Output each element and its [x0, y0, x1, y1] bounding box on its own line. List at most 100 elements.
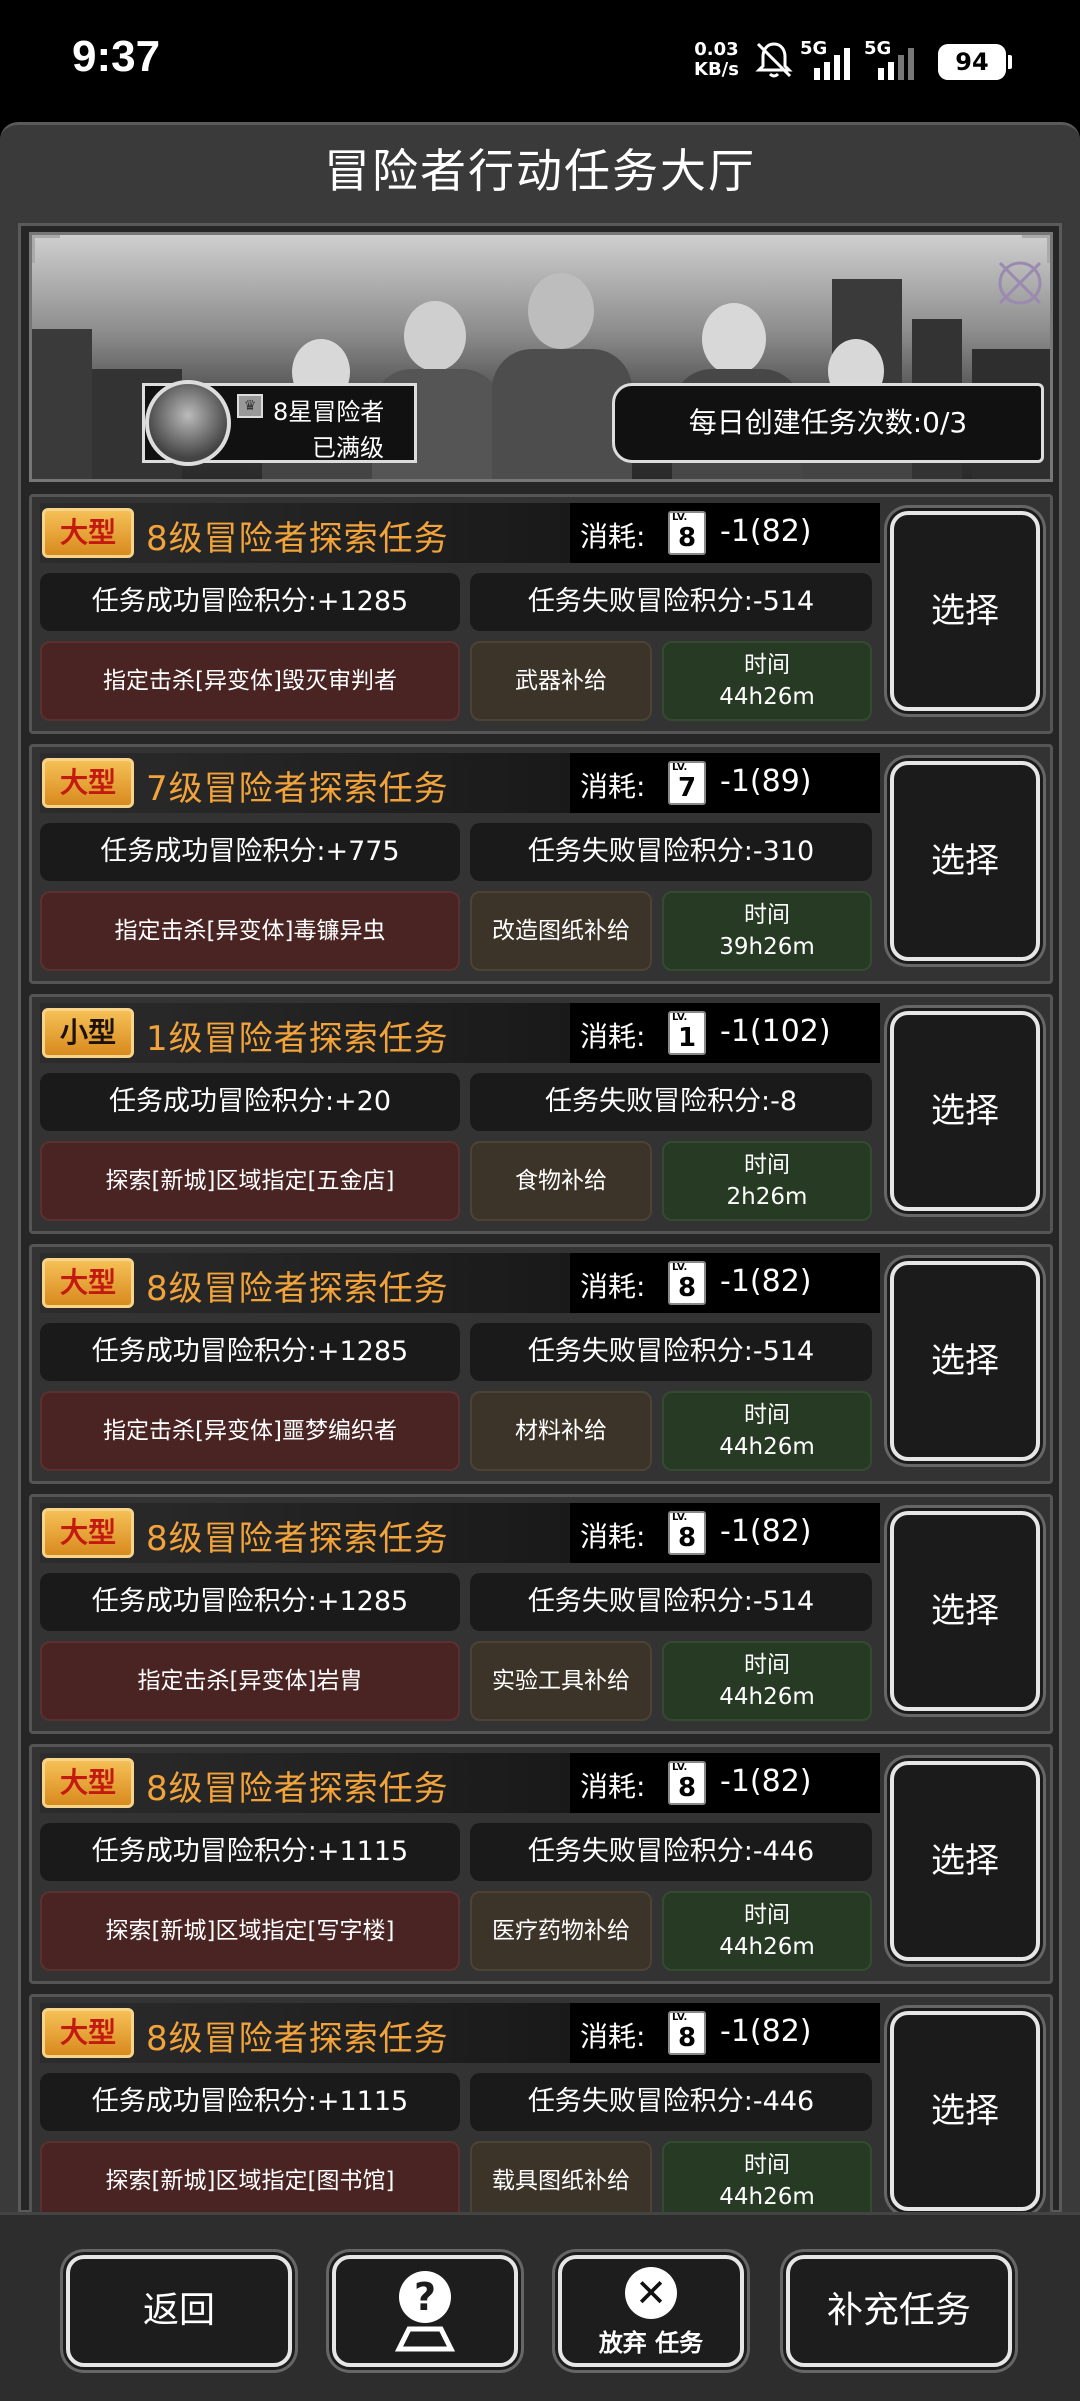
select-mission-button[interactable]: 选择: [890, 761, 1040, 961]
mission-cost: 消耗: LV. 8 -1(82): [570, 503, 880, 563]
daily-quota: 每日创建任务次数:0/3: [612, 383, 1044, 463]
select-mission-button[interactable]: 选择: [890, 1761, 1040, 1961]
battery-indicator: 94: [938, 44, 1012, 80]
mission-header: 小型 1级冒险者探索任务 消耗: LV. 1 -1(102): [40, 1003, 880, 1063]
mission-header: 大型 8级冒险者探索任务 消耗: LV. 8 -1(82): [40, 1253, 880, 1313]
mission-size-badge: 大型: [42, 1758, 134, 1808]
close-x-icon: ✕: [625, 2267, 677, 2319]
mission-title: 8级冒险者探索任务: [146, 1269, 449, 1309]
mission-duration: 时间 44h26m: [662, 641, 872, 721]
mission-cost: 消耗: LV. 8 -1(82): [570, 2003, 880, 2063]
back-button[interactable]: 返回: [66, 2255, 292, 2367]
cost-label: 消耗:: [580, 1270, 646, 1303]
success-points: 任务成功冒险积分:+775: [40, 823, 460, 881]
mission-size-badge: 大型: [42, 1508, 134, 1558]
mission-cost: 消耗: LV. 8 -1(82): [570, 1753, 880, 1813]
refill-missions-button[interactable]: 补充任务: [786, 2255, 1012, 2367]
level-number: 8: [677, 1773, 697, 1803]
mission-duration: 时间 44h26m: [662, 1391, 872, 1471]
bottom-toolbar: 返回 ? ✕ 放弃 任务 补充任务: [0, 2212, 1080, 2401]
success-points: 任务成功冒险积分:+20: [40, 1073, 460, 1131]
network-speed: 0.03 KB/s: [694, 39, 739, 80]
fail-points: 任务失败冒险积分:-446: [470, 1823, 872, 1881]
abandon-label: 放弃 任务: [598, 2329, 704, 2357]
time-value: 44h26m: [719, 1684, 815, 1710]
level-card-icon: LV. 7: [668, 761, 706, 805]
select-mission-button[interactable]: 选择: [890, 511, 1040, 711]
cost-value: -1(102): [720, 1014, 831, 1049]
mute-bell-icon: [755, 42, 793, 78]
supply-reward: 食物补给: [470, 1141, 652, 1221]
level-card-icon: LV. 8: [668, 2011, 706, 2055]
supply-reward: 武器补给: [470, 641, 652, 721]
level-card-icon: LV. 8: [668, 511, 706, 555]
level-number: 1: [677, 1023, 697, 1053]
time-label: 时间: [744, 1402, 790, 1428]
mission-title: 8级冒险者探索任务: [146, 1519, 449, 1559]
rank-status: 已满级: [312, 434, 384, 462]
mission-header: 大型 8级冒险者探索任务 消耗: LV. 8 -1(82): [40, 1753, 880, 1813]
mission-card[interactable]: 大型 8级冒险者探索任务 消耗: LV. 8 -1(82) 任务成功冒险积分:+…: [29, 1494, 1053, 1734]
mission-title: 8级冒险者探索任务: [146, 519, 449, 559]
mission-header: 大型 8级冒险者探索任务 消耗: LV. 8 -1(82): [40, 2003, 880, 2063]
time-label: 时间: [744, 652, 790, 678]
mission-card[interactable]: 大型 8级冒险者探索任务 消耗: LV. 8 -1(82) 任务成功冒险积分:+…: [29, 1244, 1053, 1484]
supply-reward: 实验工具补给: [470, 1641, 652, 1721]
mission-header: 大型 7级冒险者探索任务 消耗: LV. 7 -1(89): [40, 753, 880, 813]
cost-value: -1(89): [720, 764, 812, 799]
mission-title: 8级冒险者探索任务: [146, 1769, 449, 1809]
cost-label: 消耗:: [580, 1520, 646, 1553]
mission-title: 1级冒险者探索任务: [146, 1019, 449, 1059]
mission-target: 指定击杀[异变体]岩胄: [40, 1641, 460, 1721]
time-label: 时间: [744, 1902, 790, 1928]
mission-duration: 时间 44h26m: [662, 2141, 872, 2221]
page-title: 冒险者行动任务大厅: [324, 144, 756, 198]
cost-value: -1(82): [720, 2014, 812, 2049]
time-label: 时间: [744, 1152, 790, 1178]
mission-header: 大型 8级冒险者探索任务 消耗: LV. 8 -1(82): [40, 503, 880, 563]
select-mission-button[interactable]: 选择: [890, 1011, 1040, 1211]
mission-card[interactable]: 大型 8级冒险者探索任务 消耗: LV. 8 -1(82) 任务成功冒险积分:+…: [29, 1744, 1053, 1984]
clock: 9:37: [72, 32, 161, 81]
success-points: 任务成功冒险积分:+1115: [40, 2073, 460, 2131]
success-points: 任务成功冒险积分:+1115: [40, 1823, 460, 1881]
cost-value: -1(82): [720, 1764, 812, 1799]
level-number: 8: [677, 2023, 697, 2053]
mission-list-container[interactable]: ♛ 8星冒险者 已满级 每日创建任务次数:0/3 大型 8级冒险者探索任务 消耗…: [18, 223, 1062, 2234]
back-label: 返回: [142, 2290, 215, 2331]
frame-corner: [1022, 235, 1050, 263]
time-label: 时间: [744, 902, 790, 928]
mission-card[interactable]: 大型 8级冒险者探索任务 消耗: LV. 8 -1(82) 任务成功冒险积分:+…: [29, 1994, 1053, 2234]
level-card-icon: LV. 8: [668, 1261, 706, 1305]
cost-label: 消耗:: [580, 1020, 646, 1053]
mission-card[interactable]: 小型 1级冒险者探索任务 消耗: LV. 1 -1(102) 任务成功冒险积分:…: [29, 994, 1053, 1234]
mission-card[interactable]: 大型 7级冒险者探索任务 消耗: LV. 7 -1(89) 任务成功冒险积分:+…: [29, 744, 1053, 984]
signal-5g-weak-icon: 5G: [864, 38, 914, 80]
mission-size-badge: 小型: [42, 1008, 134, 1058]
adventurer-banner: ♛ 8星冒险者 已满级 每日创建任务次数:0/3: [29, 232, 1053, 482]
time-value: 39h26m: [719, 934, 815, 960]
fail-points: 任务失败冒险积分:-514: [470, 1323, 872, 1381]
cost-label: 消耗:: [580, 1770, 646, 1803]
select-mission-button[interactable]: 选择: [890, 1261, 1040, 1461]
signal-5g-icon: 5G: [800, 38, 850, 80]
abandon-mission-button[interactable]: ✕ 放弃 任务: [558, 2255, 744, 2367]
mission-target: 指定击杀[异变体]毁灭审判者: [40, 641, 460, 721]
select-mission-button[interactable]: 选择: [890, 1511, 1040, 1711]
mission-cost: 消耗: LV. 8 -1(82): [570, 1503, 880, 1563]
mission-card[interactable]: 大型 8级冒险者探索任务 消耗: LV. 8 -1(82) 任务成功冒险积分:+…: [29, 494, 1053, 734]
select-mission-button[interactable]: 选择: [890, 2011, 1040, 2211]
level-card-icon: LV. 1: [668, 1011, 706, 1055]
mission-target: 指定击杀[异变体]毒镰异虫: [40, 891, 460, 971]
refill-label: 补充任务: [826, 2290, 971, 2331]
help-button[interactable]: ?: [332, 2255, 518, 2367]
frame-corner: [32, 235, 60, 263]
supply-reward: 载具图纸补给: [470, 2141, 652, 2221]
mission-target: 探索[新城]区域指定[五金店]: [40, 1141, 460, 1221]
cost-label: 消耗:: [580, 2020, 646, 2053]
fail-points: 任务失败冒险积分:-446: [470, 2073, 872, 2131]
cost-value: -1(82): [720, 1264, 812, 1299]
fail-points: 任务失败冒险积分:-514: [470, 1573, 872, 1631]
mission-header: 大型 8级冒险者探索任务 消耗: LV. 8 -1(82): [40, 1503, 880, 1563]
level-number: 8: [677, 1273, 697, 1303]
